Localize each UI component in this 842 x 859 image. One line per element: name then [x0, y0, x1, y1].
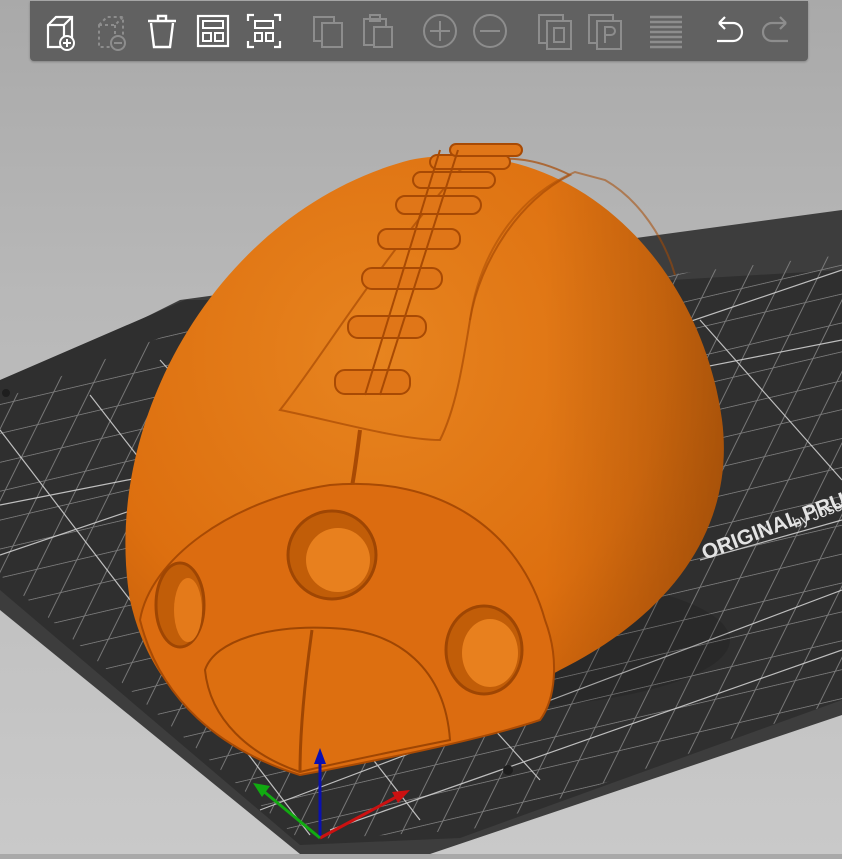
scene-canvas[interactable]: ORIGINAL PRUSA i3 MK3 by Josef Prusa	[0, 0, 842, 854]
split-parts-icon	[583, 9, 627, 53]
add-instance-button[interactable]: Add instance	[418, 9, 462, 53]
redo-button[interactable]: Redo	[756, 9, 800, 53]
copy-icon	[306, 9, 350, 53]
trash-icon	[140, 9, 184, 53]
undo-icon	[705, 9, 749, 53]
undo-button[interactable]: Undo	[705, 9, 749, 53]
split-objects-icon	[533, 9, 577, 53]
layers-icon	[644, 9, 688, 53]
arrange-selection-button[interactable]: Arrange selection	[242, 9, 286, 53]
paste-icon	[356, 9, 400, 53]
add-object-button[interactable]: Add	[38, 9, 82, 53]
toolbar: AddDeleteDelete allArrangeArrange select…	[30, 1, 808, 61]
variable-layer-height-button[interactable]: Variable layer height	[644, 9, 688, 53]
minus-icon	[468, 9, 512, 53]
plus-icon	[418, 9, 462, 53]
bed-screw-hole	[503, 765, 513, 775]
arrange-button[interactable]: Arrange	[191, 9, 235, 53]
add-cube-icon	[38, 9, 82, 53]
remove-cube-icon	[89, 9, 133, 53]
split-to-parts-button[interactable]: Split to parts	[583, 9, 627, 53]
remove-instance-button[interactable]: Remove instance	[468, 9, 512, 53]
split-to-objects-button[interactable]: Split to objects	[533, 9, 577, 53]
bed-screw-hole	[2, 389, 10, 397]
arrange-selection-icon	[242, 9, 286, 53]
arrange-icon	[191, 9, 235, 53]
copy-button[interactable]: Copy	[306, 9, 350, 53]
delete-object-button[interactable]: Delete	[89, 9, 133, 53]
delete-all-button[interactable]: Delete all	[140, 9, 184, 53]
paste-button[interactable]: Paste	[356, 9, 400, 53]
3d-viewport[interactable]: ORIGINAL PRUSA i3 MK3 by Josef Prusa	[0, 0, 842, 854]
redo-icon	[756, 9, 800, 53]
